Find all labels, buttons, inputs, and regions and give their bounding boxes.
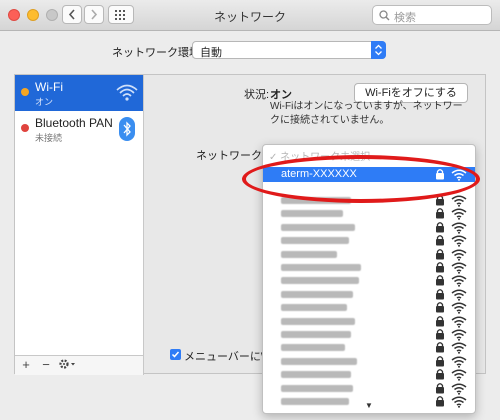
redacted-ssid xyxy=(281,344,345,352)
search-field[interactable]: 検索 xyxy=(372,5,492,25)
lock-icon xyxy=(436,315,444,327)
scroll-down-arrow-icon[interactable]: ▼ xyxy=(263,401,475,410)
service-status: オン xyxy=(35,97,54,107)
redacted-ssid xyxy=(281,223,355,231)
wifi-signal-icon xyxy=(451,275,467,288)
wifi-signal-icon xyxy=(451,235,467,247)
location-select[interactable]: 自動 xyxy=(192,41,386,59)
status-dot-icon xyxy=(21,124,29,132)
redacted-ssid xyxy=(281,210,343,218)
location-value: 自動 xyxy=(200,47,222,59)
redacted-ssid xyxy=(281,290,353,298)
wifi-signal-icon xyxy=(451,289,467,301)
select-arrows-icon xyxy=(371,41,386,59)
lock-icon xyxy=(436,342,444,353)
lock-icon xyxy=(436,235,444,246)
wifi-signal-icon xyxy=(451,222,467,234)
status-description: Wi-Fiはオンになっていますが、ネットワークに接続されていません。 xyxy=(270,101,463,126)
wifi-signal-icon xyxy=(451,262,467,274)
checkmark-icon xyxy=(171,351,180,358)
status-dot-icon xyxy=(21,88,29,96)
search-icon xyxy=(379,10,390,21)
action-menu-button[interactable] xyxy=(57,357,79,373)
lock-icon xyxy=(436,221,444,233)
redacted-ssid xyxy=(281,304,347,312)
wifi-signal-icon xyxy=(451,208,467,221)
service-status: 未接続 xyxy=(35,133,63,143)
wifi-signal-icon xyxy=(451,195,467,207)
wifi-signal-icon xyxy=(451,249,467,261)
bluetooth-icon xyxy=(119,117,135,141)
service-item-bluetooth-pan[interactable]: Bluetooth PAN 未接続 xyxy=(15,111,143,147)
wifi-signal-icon xyxy=(451,383,467,395)
status-label: 状況: xyxy=(244,89,270,101)
lock-icon xyxy=(436,382,444,394)
wifi-icon xyxy=(116,84,138,101)
lock-icon xyxy=(436,288,444,300)
annotation-ellipse xyxy=(242,155,480,203)
wifi-signal-icon xyxy=(451,356,467,368)
redacted-ssid xyxy=(281,317,355,325)
lock-icon xyxy=(436,302,444,313)
show-in-menubar-checkbox[interactable] xyxy=(170,349,181,360)
service-list-toolbar: + − xyxy=(15,355,144,375)
service-item-wifi[interactable]: Wi-Fi オン xyxy=(15,75,143,111)
redacted-ssid xyxy=(281,371,351,379)
service-name: Bluetooth PAN xyxy=(35,116,113,130)
lock-icon xyxy=(436,369,444,380)
lock-icon xyxy=(436,275,444,286)
wifi-signal-icon xyxy=(451,342,467,355)
redacted-ssid xyxy=(281,250,337,258)
redacted-ssid xyxy=(281,384,353,392)
wifi-signal-icon xyxy=(451,302,467,314)
redacted-ssid xyxy=(281,357,357,365)
location-label: ネットワーク環境: xyxy=(112,47,204,59)
lock-icon xyxy=(436,208,444,219)
title-bar: ネットワーク 検索 xyxy=(0,0,500,31)
redacted-ssid xyxy=(281,331,351,338)
search-placeholder: 検索 xyxy=(394,12,416,24)
lock-icon xyxy=(436,329,444,340)
remove-service-button[interactable]: − xyxy=(37,357,55,373)
redacted-ssid xyxy=(281,277,359,285)
lock-icon xyxy=(436,355,444,367)
wifi-signal-icon xyxy=(451,329,467,341)
lock-icon xyxy=(436,248,444,260)
service-name: Wi-Fi xyxy=(35,80,63,94)
redacted-ssid xyxy=(281,264,361,271)
add-service-button[interactable]: + xyxy=(17,357,35,373)
lock-icon xyxy=(436,262,444,273)
wifi-signal-icon xyxy=(451,316,467,328)
redacted-ssid xyxy=(281,237,349,245)
wifi-signal-icon xyxy=(451,369,467,381)
service-list: Wi-Fi オン Bluetooth PAN 未接続 xyxy=(15,75,144,355)
gear-icon xyxy=(59,359,75,369)
